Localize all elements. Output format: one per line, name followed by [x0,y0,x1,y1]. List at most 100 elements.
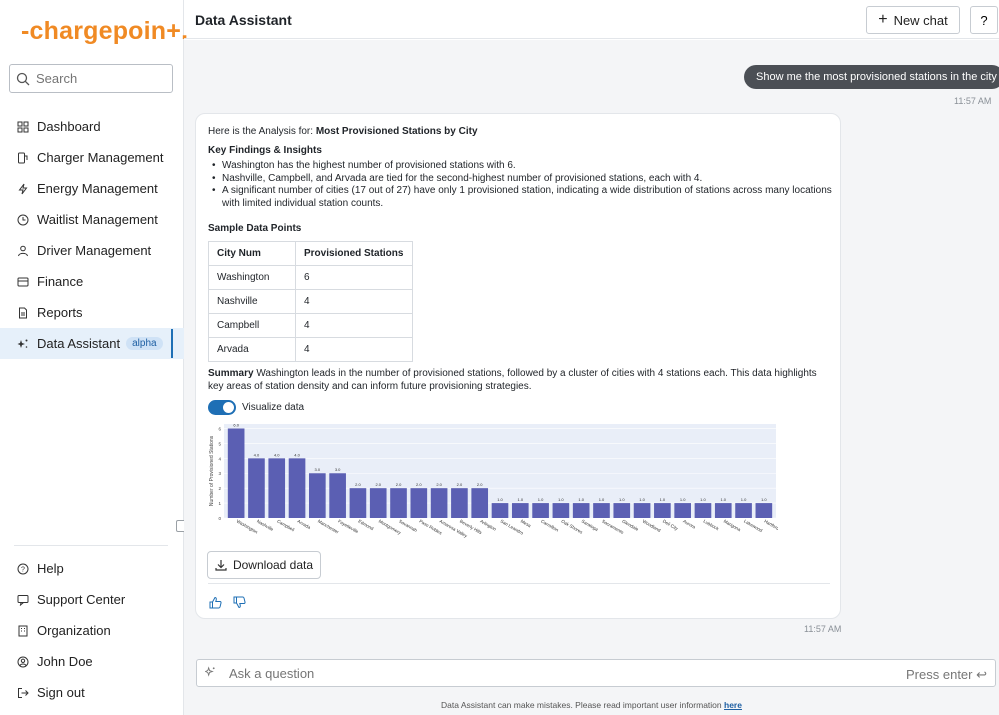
bar-data-label: 1.0 [720,497,726,502]
bar-data-label: 2.0 [355,482,361,487]
chart-bar [451,488,468,518]
chart-bar [694,503,712,518]
sidebar-item-label: Help [37,561,64,576]
sidebar-item-sign-out[interactable]: Sign out [0,677,184,708]
bar-data-label: 4.0 [274,452,280,457]
bar-data-label: 2.0 [457,482,463,487]
chart-bar [511,503,529,518]
x-tick-label: Manchester [317,519,340,535]
summary-text: Summary Washington leads in the number o… [208,367,828,393]
clock-icon [16,213,30,227]
chart-bar [633,503,651,518]
chart-bar [755,503,773,518]
download-data-button[interactable]: Download data [207,551,321,579]
table-cell: 4 [295,337,413,362]
lightning-icon [16,182,30,196]
table-row: Arvada 4 [208,337,413,362]
chart-bar [268,458,286,518]
table-cell: Campbell [208,313,296,338]
bar-data-label: 1.0 [599,497,605,502]
sidebar-item-energy-management[interactable]: Energy Management [0,173,184,204]
table-cell: 4 [295,313,413,338]
disclaimer-link[interactable]: here [724,700,742,710]
chart-bar [309,473,326,518]
sidebar-item-label: Energy Management [37,181,158,196]
x-tick-label: Washington [236,519,259,535]
list-item: • Washington has the highest number of pr… [212,160,516,171]
sidebar-item-user[interactable]: John Doe [0,646,184,677]
response-time: 11:57 AM [804,624,842,634]
visualize-toggle[interactable] [208,400,236,415]
bar-data-label: 1.0 [518,497,524,502]
ask-bar[interactable]: Press enter ↩ [196,659,996,687]
chart-bar [593,503,610,518]
sidebar-item-label: Finance [37,274,84,289]
charger-icon [16,151,30,165]
sidebar-item-waitlist-management[interactable]: Waitlist Management [0,204,184,235]
bar-data-label: 4.0 [254,452,260,457]
thumbs-up-icon[interactable] [209,596,223,610]
bar-data-label: 2.0 [436,482,442,487]
y-tick-label: 5 [218,441,221,446]
sidebar-item-label: Waitlist Management [37,212,158,227]
bar-data-label: 3.0 [335,467,341,472]
bar-data-label: 1.0 [578,497,584,502]
bar-data-label: 1.0 [660,497,666,502]
table-header: City Num [208,241,296,266]
sidebar-item-help[interactable]: ? Help [0,553,184,584]
response-intro: Here is the Analysis for: Most Provision… [208,126,478,137]
sidebar-item-label: Reports [37,305,83,320]
y-tick-label: 4 [218,456,221,461]
building-icon [16,624,30,638]
sidebar-item-dashboard[interactable]: Dashboard [0,111,184,142]
sidebar-item-driver-management[interactable]: Driver Management [0,235,184,266]
y-tick-label: 0 [218,516,221,521]
bar-data-label: 1.0 [700,497,706,502]
help-icon: ? [16,562,30,576]
sidebar-divider [14,545,168,546]
sidebar-item-charger-management[interactable]: Charger Management [0,142,184,173]
chat-area: Show me the most provisioned stations in… [184,40,999,715]
bar-data-label: 1.0 [639,497,645,502]
disclaimer-text: Data Assistant can make mistakes. Please… [441,700,722,710]
search-box[interactable] [9,64,173,93]
search-input[interactable] [36,71,166,86]
help-button[interactable]: ? [970,6,998,34]
sidebar-item-label: Support Center [37,592,126,607]
ask-question-input[interactable] [229,665,889,681]
plus-icon: + [878,11,888,28]
sparkle-icon [16,337,30,351]
sidebar-item-label: Sign out [37,685,85,700]
chart-bar [288,458,306,518]
download-icon [215,559,227,571]
x-tick-label: Hartford [763,519,778,532]
x-tick-label: Lakewood [743,519,764,534]
new-chat-label: New chat [893,12,948,28]
sidebar-item-finance[interactable]: Finance [0,266,184,297]
bar-chart: 0 1 2 3 4 5 6Number of Provisioned Stations 6.0… [209,422,778,538]
new-chat-button[interactable]: + New chat [866,6,960,34]
thumbs-down-icon[interactable] [233,596,247,610]
chargepoint-logo[interactable]: -chargepoin+. [21,17,188,46]
x-tick-label: Edmond [357,519,374,532]
bar-data-label: 1.0 [741,497,747,502]
finance-icon [16,275,30,289]
svg-text:?: ? [21,566,25,573]
sidebar-item-support-center[interactable]: Support Center [0,584,184,615]
chart-bar [714,503,732,518]
table-cell: Nashville [208,289,296,314]
sidebar-item-reports[interactable]: Reports [0,297,184,328]
y-tick-label: 1 [218,501,221,506]
chart-bar [532,503,549,518]
bar-data-label: 1.0 [558,497,564,502]
sidebar-item-data-assistant[interactable]: Data Assistant alpha [0,328,184,359]
bullet-text: Washington has the highest number of pro… [222,160,516,171]
bar-data-label: 3.0 [315,467,321,472]
bar-data-label: 1.0 [538,497,544,502]
assistant-response: Here is the Analysis for: Most Provision… [195,113,841,619]
table-cell: Washington [208,265,296,290]
bar-data-label: 2.0 [416,482,422,487]
top-header: Data Assistant + New chat ? [184,0,999,39]
table-header-row: City Num Provisioned Stations [208,241,413,266]
sidebar-item-organization[interactable]: Organization [0,615,184,646]
